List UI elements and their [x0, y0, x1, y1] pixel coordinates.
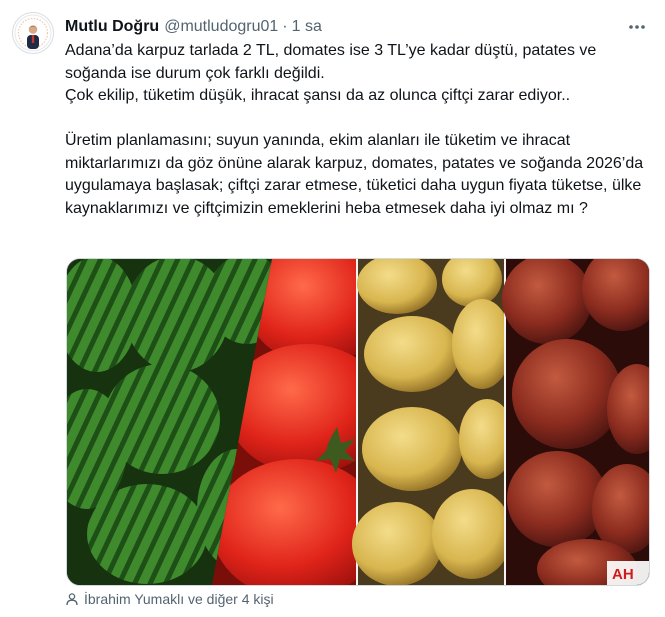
more-button[interactable]: [622, 14, 652, 40]
avatar-image: [14, 14, 52, 52]
more-horizontal-icon: [629, 25, 645, 29]
tweet-text-paragraph: Üretim planlamasını; suyun yanında, ekim…: [65, 132, 644, 217]
separator-dot: ·: [282, 18, 288, 35]
tweet-text-line: Adana’da karpuz tarlada 2 TL, domates is…: [65, 42, 597, 82]
author-handle[interactable]: @mutludogru01: [164, 18, 278, 36]
timestamp[interactable]: 1 sa: [292, 18, 322, 36]
tagged-people[interactable]: İbrahim Yumaklı ve diğer 4 kişi: [65, 591, 274, 607]
tweet-header: Mutlu Doğru @mutludogru01 · 1 sa: [65, 16, 322, 38]
tweet-text-line: Çok ekilip, tüketim düşük, ihracat şansı…: [65, 87, 571, 104]
potato-section: [352, 259, 515, 585]
onion-section: [502, 259, 649, 585]
tweet-text: Adana’da karpuz tarlada 2 TL, domates is…: [65, 40, 655, 220]
tweet[interactable]: Mutlu Doğru @mutludogru01 · 1 sa Adana’d…: [0, 0, 665, 617]
person-icon: [66, 593, 78, 606]
avatar[interactable]: [12, 12, 54, 54]
media-watermark: AH: [612, 566, 634, 583]
tagged-people-label: İbrahim Yumaklı ve diğer 4 kişi: [84, 591, 274, 607]
author-name[interactable]: Mutlu Doğru: [65, 18, 159, 36]
tweet-media[interactable]: AH: [66, 258, 650, 586]
produce-collage-image: AH: [67, 259, 649, 585]
